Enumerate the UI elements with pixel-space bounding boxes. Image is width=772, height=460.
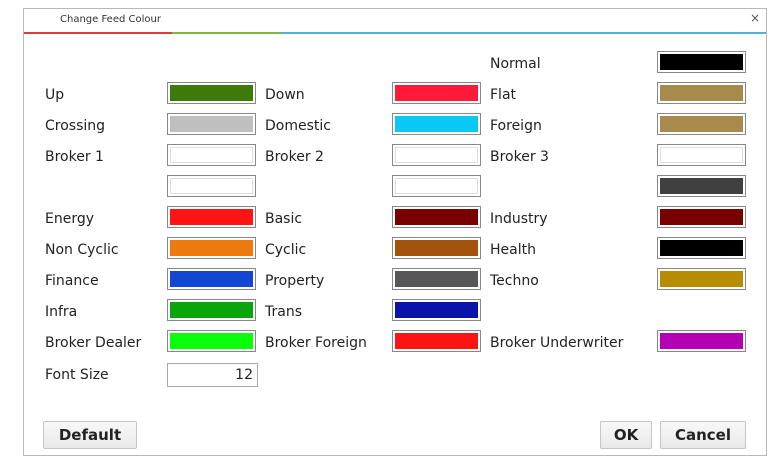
swatch-trans[interactable]: [392, 299, 481, 321]
swatch-broker-underwriter[interactable]: [657, 330, 746, 352]
swatch-finance-fill: [170, 271, 253, 287]
swatch-property-fill: [395, 271, 478, 287]
label-basic: Basic: [265, 211, 303, 227]
label-broker-underwriter: Broker Underwriter: [490, 335, 624, 351]
swatch-basic[interactable]: [392, 206, 481, 228]
swatch-broker-underwriter-fill: [660, 333, 743, 349]
swatch-extra-1-fill: [170, 178, 253, 194]
swatch-finance[interactable]: [167, 268, 256, 290]
swatch-down[interactable]: [392, 82, 481, 104]
swatch-non-cyclic-fill: [170, 240, 253, 256]
default-button[interactable]: Default: [43, 421, 137, 449]
swatch-extra-3-fill: [660, 178, 743, 194]
swatch-non-cyclic[interactable]: [167, 237, 256, 259]
label-finance: Finance: [45, 273, 99, 289]
swatch-industry-fill: [660, 209, 743, 225]
label-techno: Techno: [490, 273, 539, 289]
label-infra: Infra: [45, 304, 78, 320]
label-down: Down: [265, 87, 305, 103]
cancel-button[interactable]: Cancel: [660, 421, 746, 449]
label-up: Up: [45, 87, 65, 103]
label-cyclic: Cyclic: [265, 242, 307, 258]
swatch-broker-3[interactable]: [657, 144, 746, 166]
swatch-foreign-fill: [660, 116, 743, 132]
label-crossing: Crossing: [45, 118, 106, 134]
swatch-extra-2-fill: [395, 178, 478, 194]
title-bar: Change Feed Colour ×: [24, 9, 766, 32]
label-font-size: Font Size: [45, 367, 109, 383]
swatch-health-fill: [660, 240, 743, 256]
accent-stripe-blue: [282, 32, 766, 34]
dialog-title: Change Feed Colour: [60, 14, 161, 25]
swatch-broker-foreign[interactable]: [392, 330, 481, 352]
label-health: Health: [490, 242, 536, 258]
swatch-up-fill: [170, 85, 253, 101]
accent-stripe-red: [24, 32, 172, 34]
swatch-flat-fill: [660, 85, 743, 101]
label-domestic: Domestic: [265, 118, 331, 134]
swatch-extra-2[interactable]: [392, 175, 481, 197]
label-broker-foreign: Broker Foreign: [265, 335, 367, 351]
swatch-health[interactable]: [657, 237, 746, 259]
label-trans: Trans: [265, 304, 302, 320]
swatch-crossing-fill: [170, 116, 253, 132]
font-size-input[interactable]: 12: [167, 363, 258, 387]
swatch-broker-foreign-fill: [395, 333, 478, 349]
swatch-industry[interactable]: [657, 206, 746, 228]
swatch-broker-1-fill: [170, 147, 253, 163]
swatch-domestic[interactable]: [392, 113, 481, 135]
swatch-broker-1[interactable]: [167, 144, 256, 166]
swatch-broker-2-fill: [395, 147, 478, 163]
swatch-extra-3[interactable]: [657, 175, 746, 197]
swatch-broker-dealer-fill: [170, 333, 253, 349]
swatch-techno-fill: [660, 271, 743, 287]
close-icon[interactable]: ×: [750, 11, 760, 25]
label-normal: Normal: [490, 56, 541, 72]
swatch-basic-fill: [395, 209, 478, 225]
swatch-domestic-fill: [395, 116, 478, 132]
swatch-techno[interactable]: [657, 268, 746, 290]
swatch-normal-fill: [660, 54, 743, 70]
swatch-energy-fill: [170, 209, 253, 225]
label-broker-dealer: Broker Dealer: [45, 335, 142, 351]
swatch-up[interactable]: [167, 82, 256, 104]
swatch-infra-fill: [170, 302, 253, 318]
swatch-cyclic-fill: [395, 240, 478, 256]
swatch-extra-1[interactable]: [167, 175, 256, 197]
swatch-trans-fill: [395, 302, 478, 318]
swatch-broker-dealer[interactable]: [167, 330, 256, 352]
swatch-infra[interactable]: [167, 299, 256, 321]
change-feed-colour-dialog: Change Feed Colour × Normal Up Down Flat…: [23, 8, 767, 456]
label-energy: Energy: [45, 211, 95, 227]
swatch-normal[interactable]: [657, 51, 746, 73]
swatch-foreign[interactable]: [657, 113, 746, 135]
swatch-energy[interactable]: [167, 206, 256, 228]
swatch-property[interactable]: [392, 268, 481, 290]
swatch-down-fill: [395, 85, 478, 101]
label-broker-1: Broker 1: [45, 149, 104, 165]
swatch-broker-2[interactable]: [392, 144, 481, 166]
label-non-cyclic: Non Cyclic: [45, 242, 119, 258]
swatch-cyclic[interactable]: [392, 237, 481, 259]
label-flat: Flat: [490, 87, 517, 103]
swatch-flat[interactable]: [657, 82, 746, 104]
label-broker-3: Broker 3: [490, 149, 549, 165]
ok-button[interactable]: OK: [600, 421, 652, 449]
label-broker-2: Broker 2: [265, 149, 324, 165]
swatch-crossing[interactable]: [167, 113, 256, 135]
label-industry: Industry: [490, 211, 548, 227]
label-foreign: Foreign: [490, 118, 542, 134]
accent-stripe-green: [172, 32, 282, 34]
swatch-broker-3-fill: [660, 147, 743, 163]
label-property: Property: [265, 273, 325, 289]
